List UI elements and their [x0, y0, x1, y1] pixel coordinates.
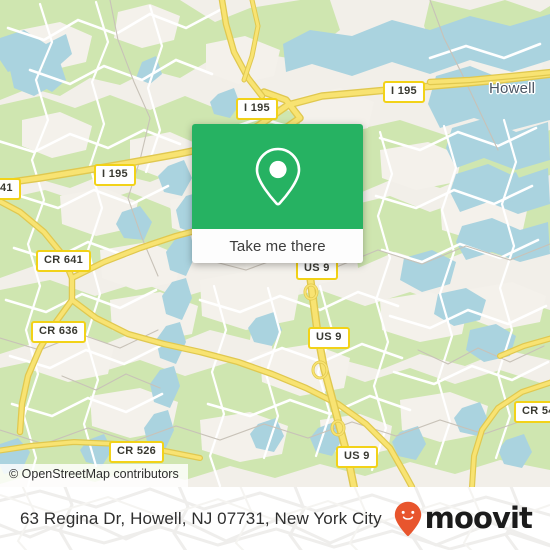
take-me-there-label: Take me there — [229, 237, 326, 255]
moovit-map-share-card: Howell I 195 I 195 I 195 41 CR 641 CR 63… — [0, 0, 550, 550]
road-shield-us9-south: US 9 — [336, 446, 378, 468]
map-pin-icon — [255, 147, 300, 205]
osm-attribution[interactable]: © OpenStreetMap contributors — [0, 464, 188, 487]
road-shield-cr541-clipped: 41 — [0, 178, 21, 200]
road-shield-i195-west: I 195 — [94, 164, 136, 186]
place-label-howell: Howell — [489, 80, 536, 97]
road-shield-cr526: CR 526 — [109, 441, 165, 463]
moovit-smiley-pin-icon — [394, 501, 421, 536]
road-shield-i195-center: I 195 — [236, 98, 278, 120]
road-shield-cr54: CR 54 — [514, 401, 550, 423]
moovit-wordmark: moovit — [424, 501, 533, 535]
map-viewport[interactable]: Howell I 195 I 195 I 195 41 CR 641 CR 63… — [0, 0, 550, 487]
footer-bar: 63 Regina Dr, Howell, NJ 07731, New York… — [0, 487, 550, 550]
road-shield-us9-mid: US 9 — [308, 327, 350, 349]
take-me-there-popup[interactable]: Take me there — [192, 124, 363, 263]
road-shield-cr641: CR 641 — [36, 250, 92, 272]
moovit-brand[interactable]: moovit — [394, 501, 533, 537]
road-shield-i195-east: I 195 — [383, 81, 425, 103]
address-text: 63 Regina Dr, Howell, NJ 07731, New York… — [20, 509, 382, 528]
popup-action-area[interactable]: Take me there — [192, 229, 363, 263]
road-shield-cr636: CR 636 — [31, 321, 87, 343]
popup-icon-area — [192, 124, 363, 229]
footer-content: 63 Regina Dr, Howell, NJ 07731, New York… — [0, 487, 550, 550]
